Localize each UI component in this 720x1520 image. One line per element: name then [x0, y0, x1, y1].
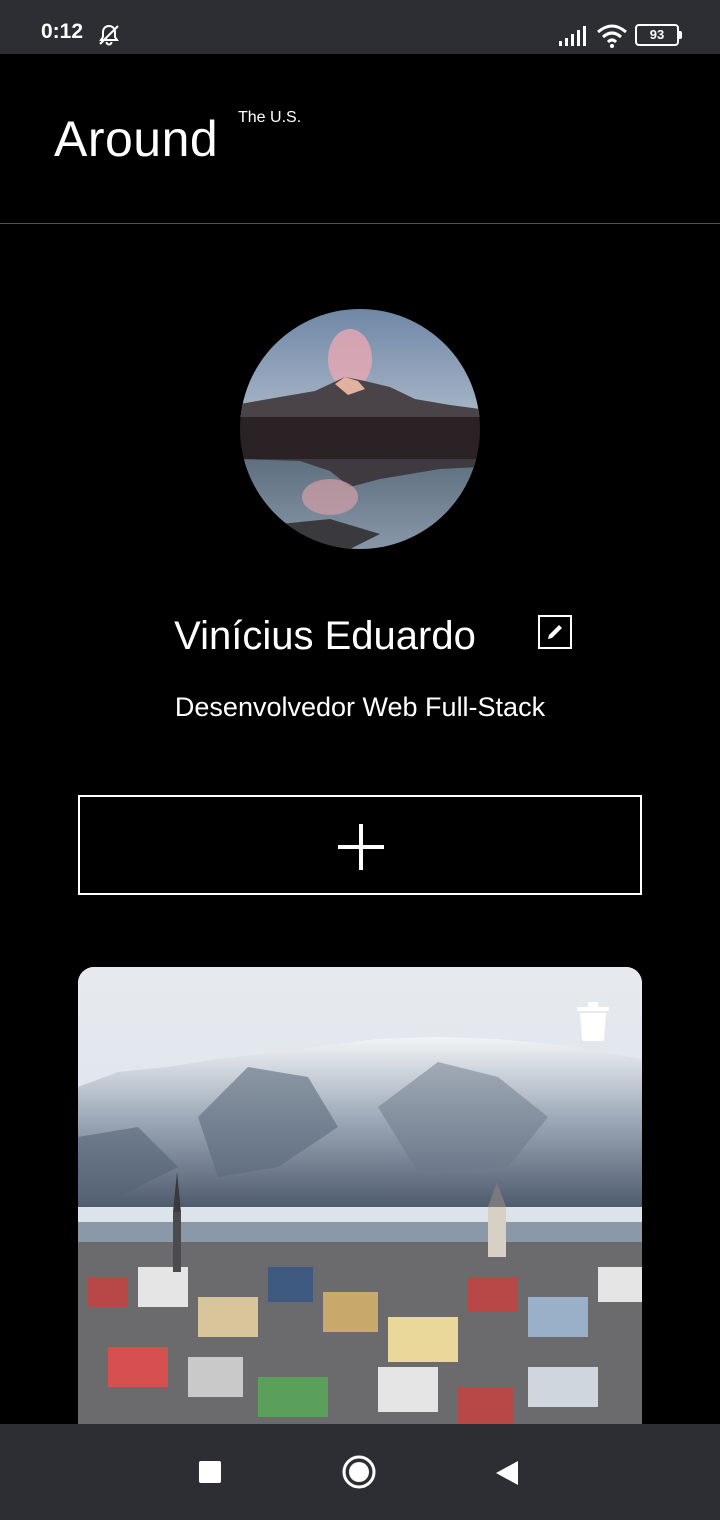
system-nav-bar — [0, 1424, 720, 1520]
logo-superscript: The U.S. — [238, 109, 302, 126]
back-icon[interactable] — [494, 1459, 520, 1487]
avatar[interactable] — [240, 309, 480, 549]
recent-apps-icon[interactable] — [199, 1461, 221, 1483]
home-icon[interactable] — [342, 1455, 376, 1489]
notifications-muted-icon — [99, 24, 119, 46]
pencil-icon — [548, 625, 562, 639]
logo: Around — [54, 111, 219, 167]
app-header: Around The U.S. — [0, 54, 720, 224]
signal-icon — [559, 26, 586, 46]
delete-card-button[interactable] — [575, 1001, 611, 1041]
battery-level: 93 — [635, 24, 679, 46]
add-place-button[interactable] — [78, 795, 642, 895]
wifi-icon — [597, 24, 627, 48]
place-card[interactable] — [78, 967, 642, 1437]
card-image — [78, 967, 642, 1437]
edit-profile-button[interactable] — [538, 615, 572, 649]
avatar-image — [240, 309, 480, 549]
status-bar: 0:12 93 — [0, 0, 720, 54]
plus-icon — [338, 824, 384, 870]
battery-icon: 93 — [635, 24, 683, 46]
status-time: 0:12 — [41, 20, 84, 43]
profile-about: Desenvolvedor Web Full-Stack — [174, 692, 546, 722]
battery-tip — [679, 31, 682, 39]
